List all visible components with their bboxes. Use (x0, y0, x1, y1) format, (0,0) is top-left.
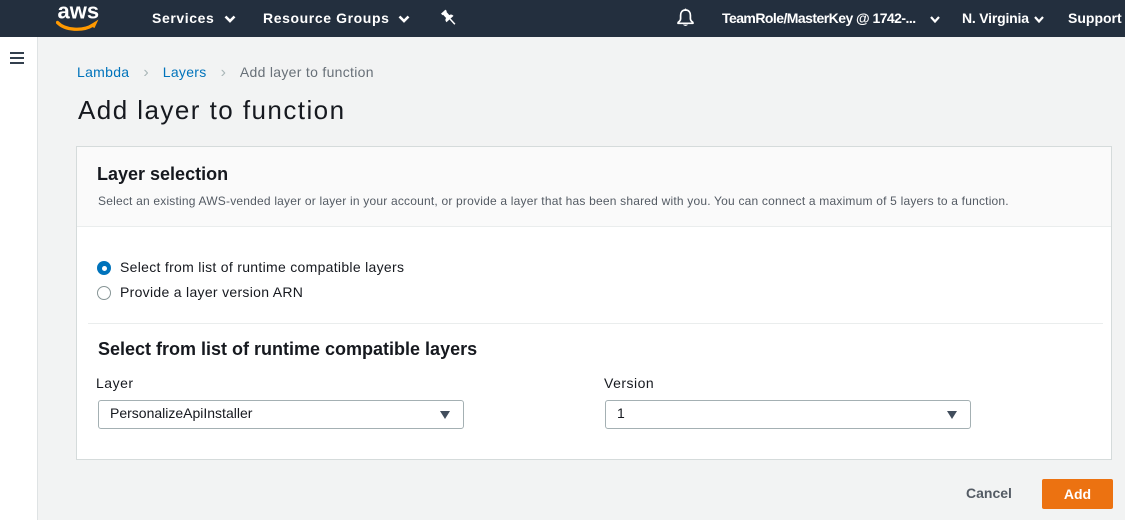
svg-text:aws: aws (58, 3, 100, 23)
